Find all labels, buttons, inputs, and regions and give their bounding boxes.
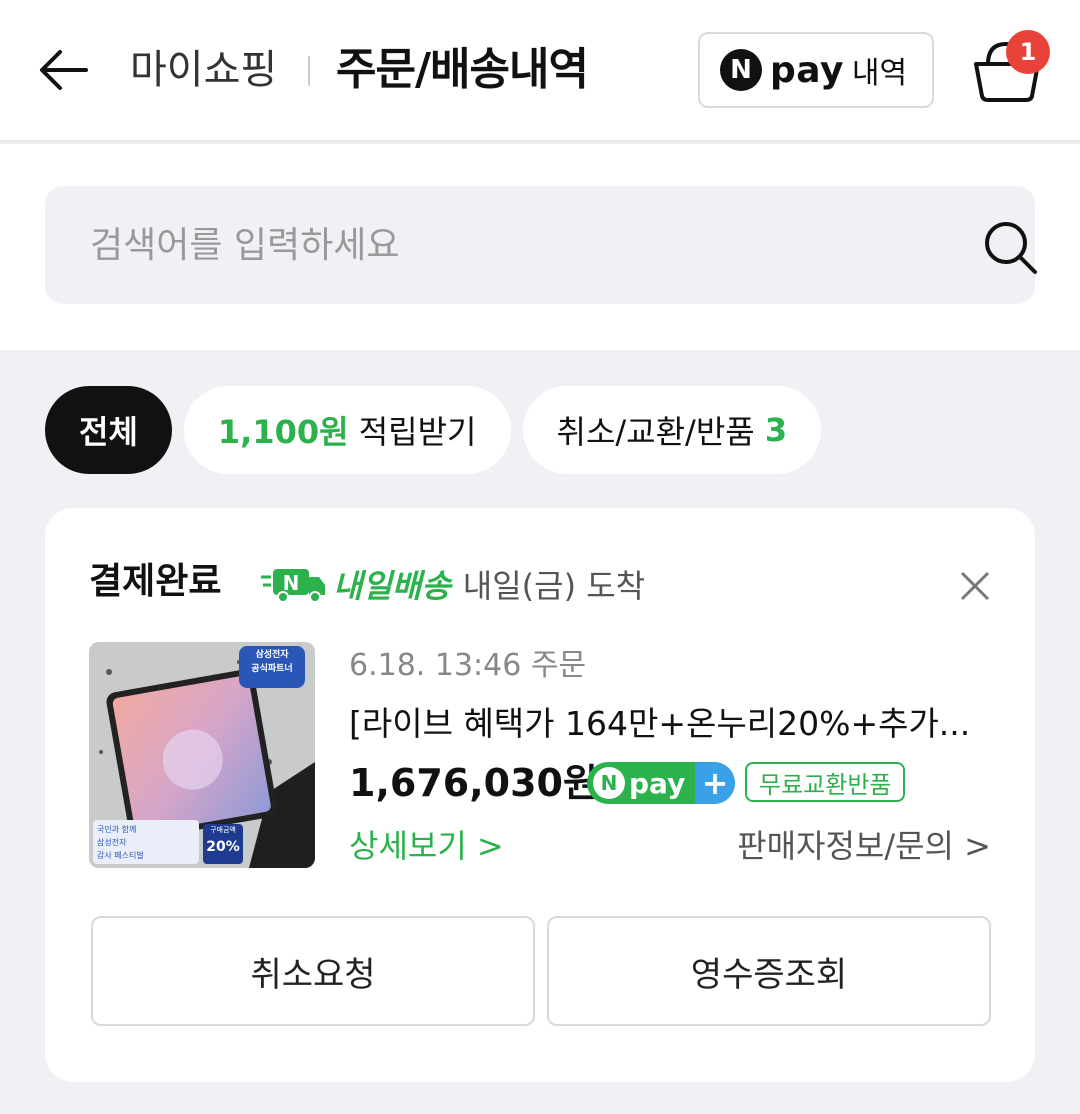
search-bar bbox=[45, 186, 1037, 304]
thumb-badge-text: 20% bbox=[206, 839, 240, 855]
order-price: 1,676,030원 bbox=[349, 761, 598, 805]
chip-label: 전체 bbox=[79, 413, 138, 451]
thumb-badge-text: 감사 페스티벌 bbox=[97, 851, 144, 860]
delivery-eta: 내일(금) 도착 bbox=[462, 567, 646, 605]
chip-cancel-exchange-return[interactable]: 취소/교환/반품 3 bbox=[522, 386, 822, 474]
chip-reward-amount: 1,100원 bbox=[217, 413, 349, 451]
delivery-truck-icon: N bbox=[261, 569, 325, 603]
npay-history-button[interactable]: N pay 내역 bbox=[698, 32, 934, 108]
chip-count: 3 bbox=[764, 411, 788, 449]
search-input[interactable] bbox=[90, 186, 930, 304]
page-title: 주문/배송내역 bbox=[336, 44, 589, 95]
plus-icon: + bbox=[695, 762, 735, 804]
thumb-discount-badge: 구매금액 20% bbox=[203, 824, 243, 864]
npay-label: pay bbox=[770, 49, 844, 91]
breadcrumb[interactable]: 마이쇼핑 bbox=[130, 44, 277, 96]
search-icon[interactable] bbox=[979, 216, 1043, 280]
order-card: 결제완료 N 내일배송 내일(금) 도착 삼성전자 공식파트너 국민과 함께 삼… bbox=[45, 508, 1035, 1082]
thumb-badge-text: 국민과 함께 bbox=[97, 825, 137, 834]
npay-sub-label: 내역 bbox=[851, 56, 908, 91]
delivery-info: N 내일배송 내일(금) 도착 bbox=[261, 562, 645, 606]
search-section bbox=[0, 144, 1080, 350]
npay-plus-badge: N pay + bbox=[587, 762, 735, 804]
cancel-request-button[interactable]: 취소요청 bbox=[91, 916, 535, 1026]
cart-count-badge: 1 bbox=[1006, 30, 1050, 74]
receipt-button[interactable]: 영수증조회 bbox=[547, 916, 991, 1026]
thumb-badge-text: 구매금액 bbox=[210, 826, 236, 834]
seller-info-link[interactable]: 판매자정보/문의 > bbox=[737, 824, 991, 868]
app-header: 마이쇼핑 주문/배송내역 N pay 내역 1 bbox=[0, 0, 1080, 142]
chip-all[interactable]: 전체 bbox=[45, 386, 172, 474]
chip-rewards[interactable]: 1,100원 적립받기 bbox=[183, 386, 511, 474]
filter-chips: 전체 1,100원 적립받기 취소/교환/반품 3 bbox=[45, 386, 822, 474]
npay-plus-label: pay bbox=[629, 766, 686, 800]
breadcrumb-divider bbox=[308, 56, 310, 86]
svg-text:N: N bbox=[283, 571, 300, 595]
product-thumbnail[interactable]: 삼성전자 공식파트너 국민과 함께 삼성전자 감사 페스티벌 구매금액 20% bbox=[89, 642, 315, 868]
delivery-brand: 내일배송 bbox=[333, 567, 451, 605]
thumb-badge-text: 공식파트너 bbox=[251, 664, 293, 674]
detail-link[interactable]: 상세보기 > bbox=[349, 824, 504, 868]
order-status: 결제완료 bbox=[89, 561, 222, 602]
npay-logo-icon: N bbox=[720, 49, 762, 91]
thumb-badge-text: 삼성전자 bbox=[255, 650, 289, 660]
product-name[interactable]: [라이브 혜택가 164만+온누리20%+추가... bbox=[349, 702, 989, 746]
back-arrow-icon[interactable] bbox=[32, 38, 96, 102]
thumb-festival-badge: 국민과 함께 삼성전자 감사 페스티벌 bbox=[93, 820, 199, 864]
chip-label: 적립받기 bbox=[348, 413, 477, 451]
chip-label: 취소/교환/반품 bbox=[556, 413, 765, 451]
close-icon[interactable] bbox=[957, 568, 993, 604]
thumb-badge-text: 삼성전자 bbox=[97, 838, 127, 847]
npay-plus-n-icon: N bbox=[593, 767, 625, 799]
order-date: 6.18. 13:46 주문 bbox=[349, 648, 587, 683]
thumb-partner-badge: 삼성전자 공식파트너 bbox=[239, 648, 305, 676]
free-return-badge: 무료교환반품 bbox=[745, 762, 906, 802]
